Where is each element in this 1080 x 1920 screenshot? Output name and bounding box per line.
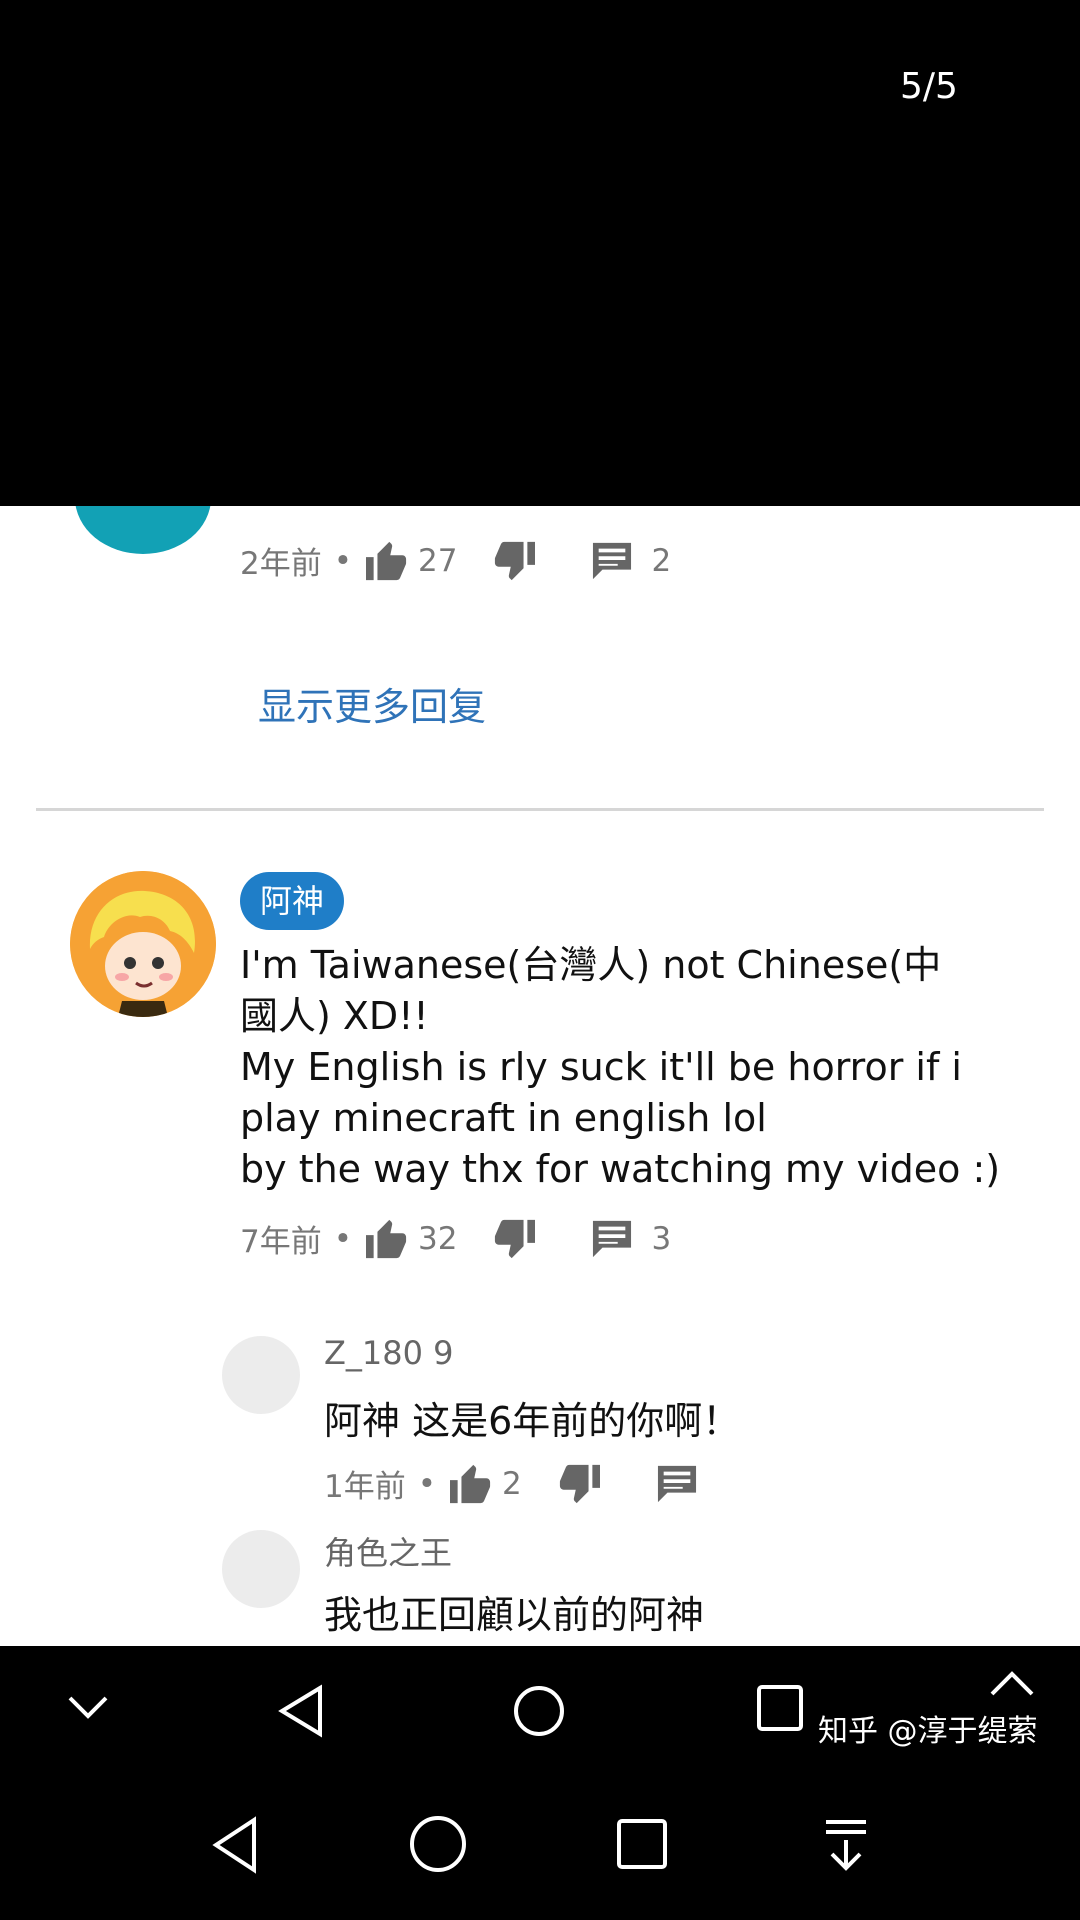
reply-count: 3 <box>651 1220 672 1257</box>
thumb-down-icon[interactable] <box>491 1218 537 1260</box>
home-icon[interactable] <box>408 1814 468 1878</box>
system-navigation-bar <box>0 1776 1080 1920</box>
show-more-replies-link[interactable]: 显示更多回复 <box>258 676 486 731</box>
comment-time: 7年前 <box>240 1224 322 1260</box>
comment-line: 國人) XD!! <box>240 994 429 1038</box>
like-count: 2 <box>502 1465 522 1502</box>
comment-icon[interactable] <box>591 1219 633 1259</box>
chevron-down-icon[interactable] <box>66 1694 110 1726</box>
author-badge[interactable]: 阿神 <box>240 872 345 930</box>
thumb-up-icon[interactable] <box>448 1463 494 1505</box>
comment-line: by the way thx for watching my video :) <box>240 1147 1001 1191</box>
thumb-down-icon[interactable] <box>556 1463 602 1505</box>
comment-actions: 7年前 • 32 3 <box>240 1216 671 1261</box>
recents-icon[interactable] <box>756 1684 804 1736</box>
comment-line: My English is rly suck it'll be horror i… <box>240 1045 962 1089</box>
reply-text: 我也正回顧以前的阿神 <box>324 1593 705 1637</box>
back-icon[interactable] <box>210 1816 260 1878</box>
divider <box>36 808 1044 811</box>
avatar[interactable] <box>222 1336 300 1414</box>
thumb-down-icon[interactable] <box>491 540 537 582</box>
reply-author[interactable]: Z_180 9 <box>324 1334 454 1372</box>
download-icon[interactable] <box>824 1818 868 1876</box>
comment-time: 2年前 <box>240 546 322 582</box>
thumb-up-icon[interactable] <box>364 540 410 582</box>
image-counter: 5/5 <box>900 66 958 107</box>
avatar[interactable] <box>222 1530 300 1608</box>
cartoon-avatar-icon <box>70 871 216 1017</box>
chevron-up-icon[interactable] <box>988 1668 1036 1702</box>
separator: • <box>417 1465 437 1502</box>
comment-actions: 2年前 • 27 2 <box>240 538 671 583</box>
recents-icon[interactable] <box>616 1818 668 1874</box>
back-icon[interactable] <box>276 1684 326 1742</box>
thumb-up-icon[interactable] <box>364 1218 410 1260</box>
reply-text: 阿神 这是6年前的你啊！ <box>324 1399 741 1443</box>
home-icon[interactable] <box>512 1684 566 1742</box>
reply-actions: 1年前 • 2 <box>324 1461 698 1506</box>
separator: • <box>333 1220 353 1257</box>
reply-count: 2 <box>651 542 672 579</box>
avatar[interactable] <box>70 871 216 1017</box>
reply-author[interactable]: 角色之王 <box>324 1528 452 1574</box>
comment-line: play minecraft in english lol <box>240 1096 767 1140</box>
comment-thread: 2年前 • 27 2 显示更多回复 阿神 I'm Taiwanese(台灣人) … <box>0 506 1080 1646</box>
comment-icon[interactable] <box>591 541 633 581</box>
like-count: 32 <box>418 1220 458 1257</box>
comment-text: I'm Taiwanese(台灣人) not Chinese(中 國人) XD!… <box>240 940 1010 1195</box>
separator: • <box>333 542 353 579</box>
like-count: 27 <box>418 542 458 579</box>
watermark: 知乎 @淳于缇萦 <box>818 1714 1038 1749</box>
reply-time: 1年前 <box>324 1469 406 1505</box>
comment-line: I'm Taiwanese(台灣人) not Chinese(中 <box>240 943 942 987</box>
avatar[interactable] <box>75 506 211 554</box>
comment-icon[interactable] <box>656 1464 698 1504</box>
